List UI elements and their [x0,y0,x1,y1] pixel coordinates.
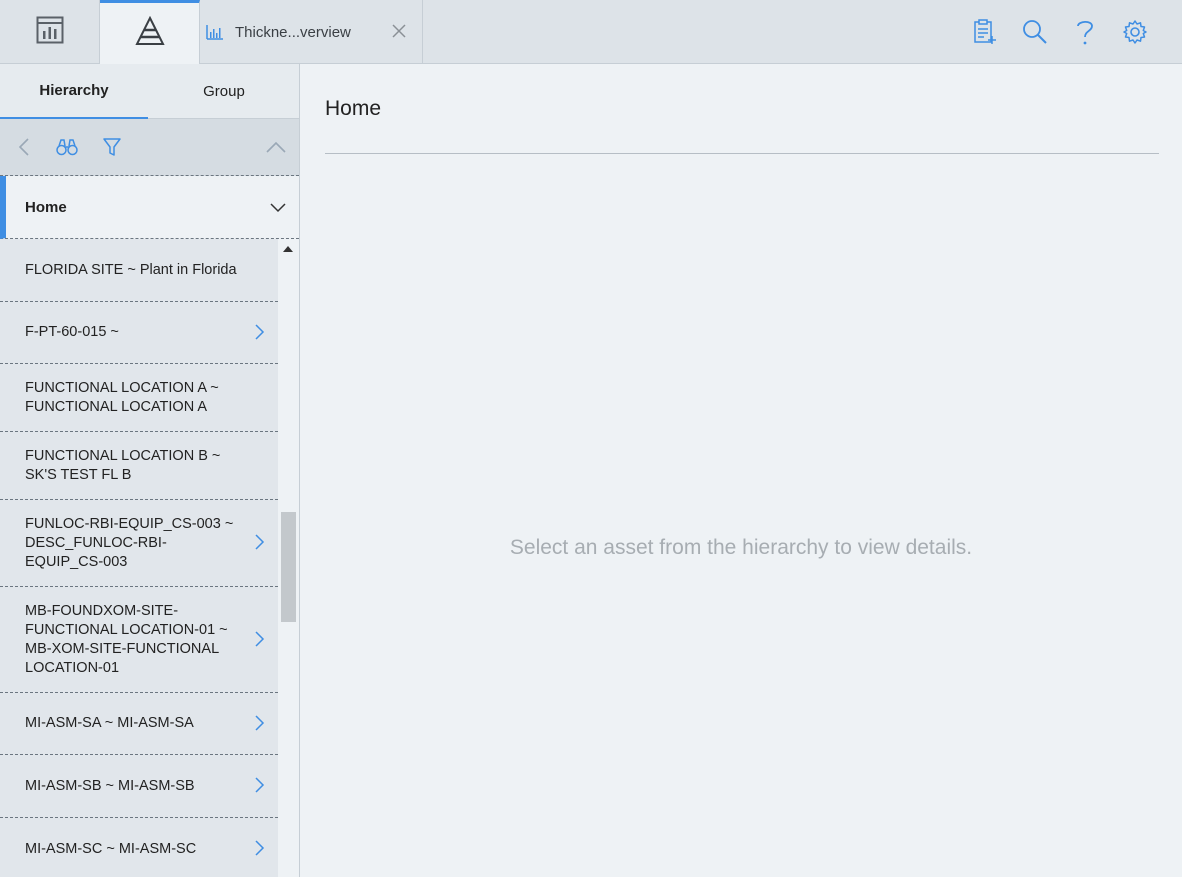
chevron-right-icon[interactable] [252,323,266,341]
dashboard-icon [36,16,64,49]
home-label: Home [25,198,67,216]
page-title: Home [325,97,382,120]
list-item[interactable]: FUNCTIONAL LOCATION A ~ FUNCTIONAL LOCAT… [0,364,278,432]
back-icon[interactable] [12,135,36,159]
binoculars-icon[interactable] [55,135,79,159]
list-item[interactable]: MI-ASM-SB ~ MI-ASM-SB [0,755,278,818]
hierarchy-sidebar: Hierarchy Group Home FLORIDA SITE ~ Plan… [0,64,300,877]
tab-group[interactable]: Group [150,64,298,119]
list-item-label: FLORIDA SITE ~ Plant in Florida [25,261,237,278]
tab-thickness-overview[interactable]: Thickne...verview [200,0,423,64]
tab-hierarchy[interactable]: Hierarchy [0,64,148,119]
list-scrollbar[interactable] [278,239,299,877]
scroll-up-icon[interactable] [283,246,293,252]
hierarchy-toolbar [0,119,299,176]
list-item-label: FUNCTIONAL LOCATION B ~ SK'S TEST FL B [25,447,221,483]
close-icon[interactable] [388,20,410,42]
list-item-label: MB-FOUNDXOM-SITE-FUNCTIONAL LOCATION-01 … [25,602,228,676]
chevron-right-icon[interactable] [252,630,266,648]
sidebar-tabs: Hierarchy Group [0,64,299,119]
chevron-down-icon[interactable] [269,198,287,216]
list-item[interactable]: MB-FOUNDXOM-SITE-FUNCTIONAL LOCATION-01 … [0,587,278,693]
list-item-label: FUNCTIONAL LOCATION A ~ FUNCTIONAL LOCAT… [25,379,219,415]
list-item[interactable]: MI-ASM-SC ~ MI-ASM-SC [0,818,278,877]
empty-state-message: Select an asset from the hierarchy to vi… [509,536,973,559]
chart-icon [206,22,228,42]
list-item[interactable]: FLORIDA SITE ~ Plant in Florida [0,239,278,302]
chevron-right-icon[interactable] [252,839,266,857]
search-icon[interactable] [1019,16,1051,48]
list-item[interactable]: MI-ASM-SA ~ MI-ASM-SA [0,693,278,755]
list-item[interactable]: F-PT-60-015 ~ [0,302,278,364]
asset-hierarchy-button[interactable] [100,0,200,64]
list-item-label: MI-ASM-SC ~ MI-ASM-SC [25,840,197,857]
list-item-label: FUNLOC-RBI-EQUIP_CS-003 ~ DESC_FUNLOC-RB… [25,515,234,570]
settings-icon[interactable] [1119,16,1151,48]
list-item[interactable]: FUNCTIONAL LOCATION B ~ SK'S TEST FL B [0,432,278,500]
top-bar: Thickne...verview [0,0,1182,64]
hierarchy-list: FLORIDA SITE ~ Plant in Florida F-PT-60-… [0,239,278,877]
list-item[interactable]: FUNLOC-RBI-EQUIP_CS-003 ~ DESC_FUNLOC-RB… [0,500,278,587]
main-content: Home Select an asset from the hierarchy … [300,64,1182,877]
collapse-icon[interactable] [264,135,288,159]
chevron-right-icon[interactable] [252,533,266,551]
title-divider [325,153,1159,154]
asset-hierarchy-icon [134,15,165,51]
list-item-label: MI-ASM-SA ~ MI-ASM-SA [25,715,194,731]
dashboard-button[interactable] [0,0,100,64]
list-item-label: F-PT-60-015 ~ [25,324,119,340]
scrollbar-thumb[interactable] [281,512,296,622]
chevron-right-icon[interactable] [252,776,266,794]
hierarchy-home-row[interactable]: Home [0,176,299,239]
filter-icon[interactable] [100,135,124,159]
help-icon[interactable] [1069,16,1101,48]
list-item-label: MI-ASM-SB ~ MI-ASM-SB [25,777,195,794]
chevron-right-icon[interactable] [252,714,266,732]
tab-label: Thickne...verview [235,23,351,41]
add-document-icon[interactable] [969,16,1001,48]
